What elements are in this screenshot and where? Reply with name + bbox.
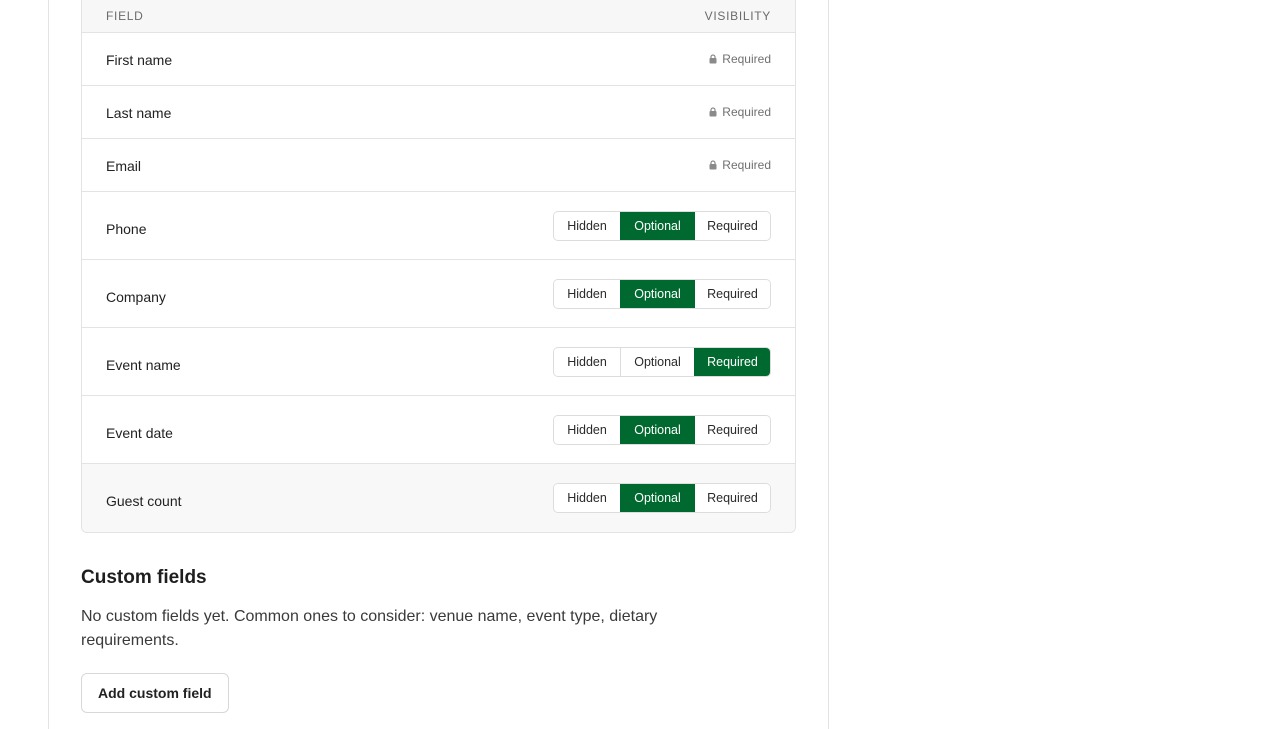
visibility-required-button[interactable]: Required: [694, 279, 770, 308]
fields-table: FIELD VISIBILITY First name Required Las…: [81, 0, 796, 533]
field-row-last-name: Last name Required: [82, 86, 795, 139]
visibility-segmented-control: Hidden Optional Required: [553, 278, 771, 309]
lock-icon: [709, 54, 717, 64]
visibility-segmented-control: Hidden Optional Required: [553, 210, 771, 241]
visibility-hidden-button[interactable]: Hidden: [554, 279, 620, 308]
field-row-phone: Phone Hidden Optional Required: [82, 192, 795, 260]
field-name: Phone: [106, 220, 147, 237]
locked-status: Required: [709, 158, 771, 172]
field-name: Event name: [106, 356, 181, 373]
visibility-segmented-control: Hidden Optional Required: [553, 483, 771, 513]
visibility-optional-button[interactable]: Optional: [620, 211, 694, 240]
visibility-hidden-button[interactable]: Hidden: [554, 484, 620, 512]
visibility-optional-button[interactable]: Optional: [620, 484, 694, 512]
visibility-hidden-button[interactable]: Hidden: [554, 415, 620, 444]
field-row-guest-count: Guest count Hidden Optional Required: [82, 464, 795, 532]
field-row-company: Company Hidden Optional Required: [82, 260, 795, 328]
header-visibility: VISIBILITY: [704, 8, 771, 23]
field-row-first-name: First name Required: [82, 33, 795, 86]
visibility-required-button[interactable]: Required: [694, 415, 770, 444]
field-name: Guest count: [106, 493, 182, 509]
form-fields-panel: FIELD VISIBILITY First name Required Las…: [48, 0, 829, 729]
visibility-required-button[interactable]: Required: [694, 347, 770, 376]
table-header: FIELD VISIBILITY: [82, 0, 795, 33]
field-name: Last name: [106, 104, 172, 121]
custom-fields-section: Custom fields No custom fields yet. Comm…: [81, 567, 796, 713]
custom-fields-description: No custom fields yet. Common ones to con…: [81, 608, 658, 649]
visibility-hidden-button[interactable]: Hidden: [554, 211, 620, 240]
locked-status-label: Required: [722, 158, 771, 172]
visibility-required-button[interactable]: Required: [694, 211, 770, 240]
add-custom-field-button[interactable]: Add custom field: [81, 673, 229, 713]
header-field: FIELD: [106, 8, 144, 23]
field-row-event-date: Event date Hidden Optional Required: [82, 396, 795, 464]
custom-fields-title: Custom fields: [81, 567, 207, 588]
field-name: Company: [106, 288, 166, 305]
locked-status-label: Required: [722, 52, 771, 66]
locked-status: Required: [709, 105, 771, 119]
lock-icon: [709, 160, 717, 170]
locked-status-label: Required: [722, 105, 771, 119]
visibility-segmented-control: Hidden Optional Required: [553, 414, 771, 445]
field-row-event-name: Event name Hidden Optional Required: [82, 328, 795, 396]
field-row-email: Email Required: [82, 139, 795, 192]
visibility-optional-button[interactable]: Optional: [620, 279, 694, 308]
visibility-required-button[interactable]: Required: [694, 484, 770, 512]
visibility-hidden-button[interactable]: Hidden: [554, 347, 620, 376]
locked-status: Required: [709, 52, 771, 66]
field-name: Event date: [106, 424, 173, 441]
visibility-segmented-control: Hidden Optional Required: [553, 346, 771, 377]
field-name: Email: [106, 157, 142, 174]
visibility-optional-button[interactable]: Optional: [620, 415, 694, 444]
field-name: First name: [106, 51, 173, 68]
lock-icon: [709, 107, 717, 117]
visibility-optional-button[interactable]: Optional: [620, 347, 694, 376]
